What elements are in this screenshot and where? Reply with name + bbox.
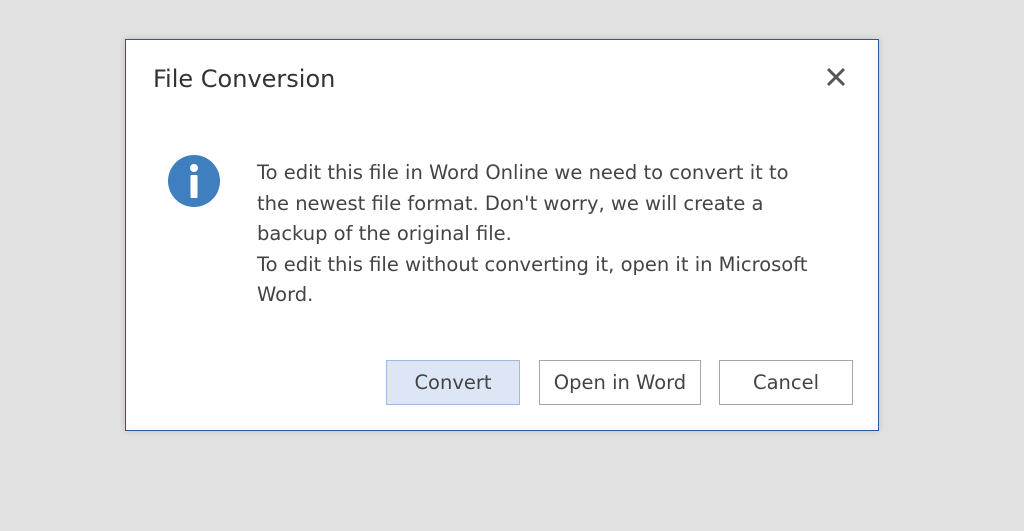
message-line: Word. [257, 283, 314, 307]
cancel-button[interactable]: Cancel [719, 360, 853, 405]
close-icon [826, 67, 846, 87]
open-in-word-button[interactable]: Open in Word [539, 360, 701, 405]
message-line: the newest file format. Don't worry, we … [257, 191, 764, 215]
message-line: To edit this file in Word Online we need… [257, 161, 789, 184]
dialog-title: File Conversion [153, 65, 336, 93]
dialog-message: To edit this file in Word Online we need… [257, 158, 857, 311]
file-conversion-dialog: File Conversion To edit this file in Wor… [125, 39, 879, 431]
convert-button[interactable]: Convert [386, 360, 520, 405]
message-line: To edit this file without converting it,… [257, 252, 808, 276]
message-line: backup of the original file. [257, 222, 512, 246]
info-icon [167, 154, 221, 208]
close-button[interactable] [820, 62, 850, 92]
